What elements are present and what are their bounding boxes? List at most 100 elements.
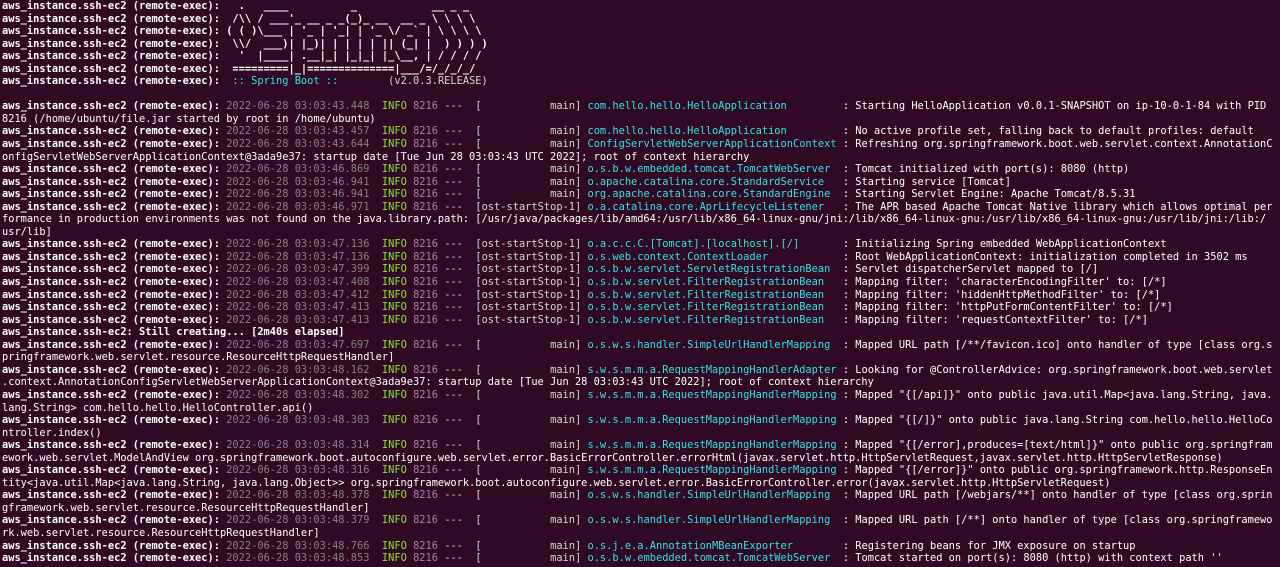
line-prefix: aws_instance.ssh-ec2 (remote-exec): <box>2 250 220 263</box>
log-pid: 8216 <box>413 464 438 477</box>
terminal-output[interactable]: aws_instance.ssh-ec2 (remote-exec): . __… <box>2 0 1278 567</box>
log-logger: s.w.s.m.m.a.RequestMappingHandlerMapping <box>587 464 837 477</box>
log-pid: 8216 <box>413 388 438 401</box>
log-logger: o.a.c.c.C.[Tomcat].[localhost].[/] <box>587 238 837 251</box>
log-logger: o.s.web.context.ContextLoader <box>587 250 837 263</box>
line-prefix: aws_instance.ssh-ec2 (remote-exec): <box>2 200 220 213</box>
log-line: aws_instance.ssh-ec2 (remote-exec): 2022… <box>2 176 1278 189</box>
log-logger: com.hello.hello.HelloApplication <box>587 100 837 113</box>
log-thread: --- [ost-startStop-1] <box>444 263 582 276</box>
log-message: : Mapped "{[/error],produces=[text/html]… <box>842 439 1273 452</box>
log-logger: o.s.b.w.servlet.FilterRegistrationBean <box>587 288 837 301</box>
log-message-continued: lang.String> com.hello.hello.HelloContro… <box>2 401 314 414</box>
log-message-continued: rk.web.servlet.resource.ResourceHttpRequ… <box>2 526 320 539</box>
log-logger: com.hello.hello.HelloApplication <box>587 125 837 138</box>
log-timestamp: 2022-06-28 03:03:48.303 <box>226 414 370 427</box>
log-level: INFO <box>381 138 407 151</box>
terraform-status-line: aws_instance.ssh-ec2: Still creating... … <box>2 326 1278 339</box>
spring-ascii-art: /\\ / ___'_ __ _ _(_)_ __ __ _ \ \ \ \ <box>226 12 476 25</box>
line-prefix: aws_instance.ssh-ec2 (remote-exec): <box>2 25 220 38</box>
log-thread: --- [ main] <box>444 100 582 113</box>
log-message-continued: usr/lib] <box>2 225 52 238</box>
log-level: INFO <box>381 439 407 452</box>
log-line: aws_instance.ssh-ec2 (remote-exec): 2022… <box>2 439 1278 452</box>
log-continuation: ework.web.servlet.ModelAndView org.sprin… <box>2 452 1278 465</box>
spring-boot-label: :: Spring Boot :: <box>226 75 345 88</box>
log-pid: 8216 <box>413 338 438 351</box>
log-logger: o.a.catalina.core.AprLifecycleListener <box>587 200 837 213</box>
log-line: aws_instance.ssh-ec2 (remote-exec): 2022… <box>2 201 1278 214</box>
log-level: INFO <box>381 388 407 401</box>
log-pid: 8216 <box>413 125 438 138</box>
line-prefix: aws_instance.ssh-ec2 (remote-exec): <box>2 313 220 326</box>
terraform-status: aws_instance.ssh-ec2: Still creating... … <box>2 326 345 339</box>
log-message: : Starting HelloApplication v0.0.1-SNAPS… <box>842 100 1267 113</box>
log-thread: --- [ main] <box>444 138 582 151</box>
line-prefix: aws_instance.ssh-ec2 (remote-exec): <box>2 388 220 401</box>
log-logger: o.s.w.s.handler.SimpleUrlHandlerMapping <box>587 514 837 527</box>
log-thread: --- [ main] <box>444 439 582 452</box>
log-message: : Mapped "{[/]}" onto public java.lang.S… <box>842 414 1273 427</box>
line-prefix: aws_instance.ssh-ec2 (remote-exec): <box>2 75 220 88</box>
log-message: : Tomcat initialized with port(s): 8080 … <box>842 163 1130 176</box>
log-pid: 8216 <box>413 489 438 502</box>
log-line: aws_instance.ssh-ec2 (remote-exec): 2022… <box>2 238 1278 251</box>
log-thread: --- [ main] <box>444 175 582 188</box>
spring-ascii-art: ' |____| .__|_| |_|_| |_\__, | / / / / <box>226 50 482 63</box>
log-line: aws_instance.ssh-ec2 (remote-exec): 2022… <box>2 125 1278 138</box>
log-message: : Mapped URL path [/webjars/**] onto han… <box>842 489 1273 502</box>
log-timestamp: 2022-06-28 03:03:47.136 <box>226 250 370 263</box>
line-prefix: aws_instance.ssh-ec2 (remote-exec): <box>2 338 220 351</box>
log-thread: --- [ main] <box>444 414 582 427</box>
log-message-continued: gframework.web.servlet.resource.Resource… <box>2 501 370 514</box>
log-level: INFO <box>381 464 407 477</box>
line-prefix: aws_instance.ssh-ec2 (remote-exec): <box>2 276 220 289</box>
log-line: aws_instance.ssh-ec2 (remote-exec): 2022… <box>2 289 1278 302</box>
spring-ascii-art: ( ( )\___ | '_ | '_| | '_ \/ _` | \ \ \ … <box>226 25 482 38</box>
log-thread: --- [ main] <box>444 514 582 527</box>
log-timestamp: 2022-06-28 03:03:46.941 <box>226 175 370 188</box>
log-logger: o.s.b.w.servlet.ServletRegistrationBean <box>587 263 837 276</box>
log-level: INFO <box>381 514 407 527</box>
log-continuation: tity<java.util.Map<java.lang.String, jav… <box>2 477 1278 490</box>
line-prefix: aws_instance.ssh-ec2 (remote-exec): <box>2 539 220 552</box>
log-pid: 8216 <box>413 363 438 376</box>
log-thread: --- [ main] <box>444 163 582 176</box>
log-thread: --- [ost-startStop-1] <box>444 250 582 263</box>
log-line: aws_instance.ssh-ec2 (remote-exec): 2022… <box>2 251 1278 264</box>
log-message: : No active profile set, falling back to… <box>842 125 1254 138</box>
log-timestamp: 2022-06-28 03:03:47.408 <box>226 276 370 289</box>
log-continuation: gframework.web.servlet.resource.Resource… <box>2 502 1278 515</box>
banner-line: aws_instance.ssh-ec2 (remote-exec): /\\ … <box>2 13 1278 26</box>
log-pid: 8216 <box>413 539 438 552</box>
log-thread: --- [ main] <box>444 188 582 201</box>
log-timestamp: 2022-06-28 03:03:46.869 <box>226 163 370 176</box>
log-timestamp: 2022-06-28 03:03:48.302 <box>226 388 370 401</box>
log-message-continued: ntroller.index() <box>2 426 102 439</box>
log-message: : Mapping filter: 'characterEncodingFilt… <box>842 276 1167 289</box>
log-level: INFO <box>381 125 407 138</box>
log-line: aws_instance.ssh-ec2 (remote-exec): 2022… <box>2 489 1278 502</box>
banner-line: aws_instance.ssh-ec2 (remote-exec): ( ( … <box>2 25 1278 38</box>
log-logger: o.s.j.e.a.AnnotationMBeanExporter <box>587 539 837 552</box>
log-message: : Mapped "{[/error]}" onto public org.sp… <box>842 464 1273 477</box>
log-thread: --- [ost-startStop-1] <box>444 288 582 301</box>
log-logger: o.s.w.s.handler.SimpleUrlHandlerMapping <box>587 338 837 351</box>
line-prefix: aws_instance.ssh-ec2 (remote-exec): <box>2 414 220 427</box>
log-timestamp: 2022-06-28 03:03:46.941 <box>226 188 370 201</box>
log-pid: 8216 <box>413 514 438 527</box>
log-level: INFO <box>381 188 407 201</box>
log-logger: o.s.b.w.embedded.tomcat.TomcatWebServer <box>587 163 837 176</box>
banner-line: aws_instance.ssh-ec2 (remote-exec): ' |_… <box>2 50 1278 63</box>
log-logger: o.apache.catalina.core.StandardService <box>587 175 837 188</box>
log-line: aws_instance.ssh-ec2 (remote-exec): 2022… <box>2 514 1278 527</box>
line-prefix: aws_instance.ssh-ec2 (remote-exec): <box>2 37 220 50</box>
log-timestamp: 2022-06-28 03:03:47.697 <box>226 338 370 351</box>
spring-ascii-art: . ____ _ __ _ _ <box>226 0 470 12</box>
log-level: INFO <box>381 288 407 301</box>
log-continuation: .context.AnnotationConfigServletWebServe… <box>2 376 1278 389</box>
log-line: aws_instance.ssh-ec2 (remote-exec): 2022… <box>2 552 1278 565</box>
log-message: : Registering beans for JMX exposure on … <box>842 539 1136 552</box>
line-prefix: aws_instance.ssh-ec2 (remote-exec): <box>2 163 220 176</box>
